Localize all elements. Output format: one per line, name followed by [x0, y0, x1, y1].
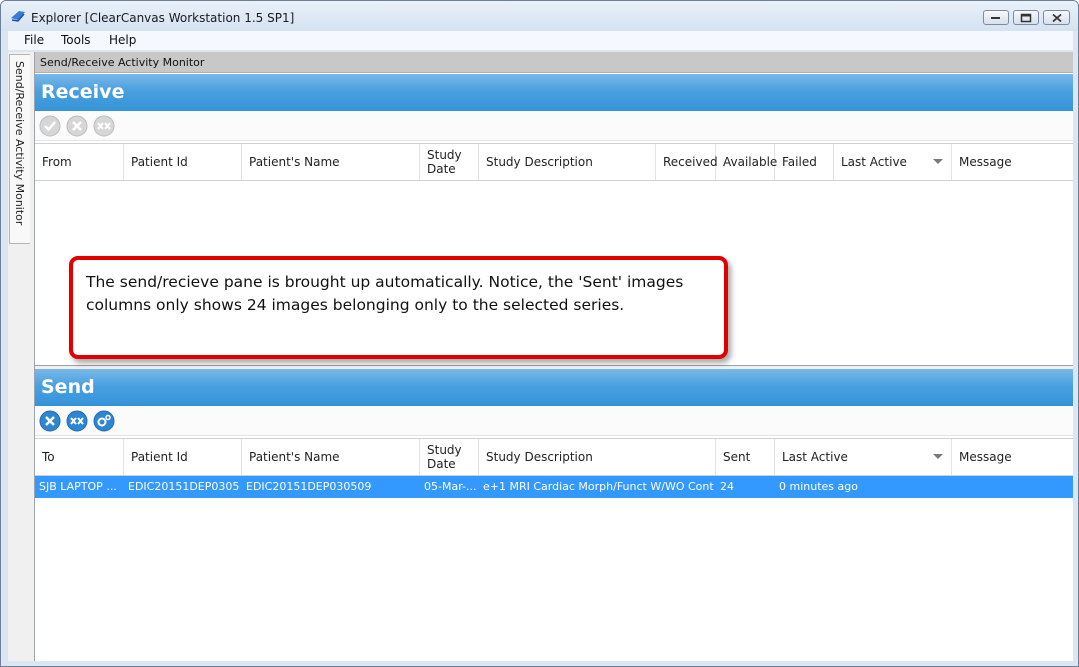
column-header-to[interactable]: To [35, 439, 124, 475]
window-title: Explorer [ClearCanvas Workstation 1.5 SP… [31, 11, 295, 25]
column-header-available[interactable]: Available [716, 144, 777, 180]
send-cancel-button[interactable] [39, 410, 61, 432]
title-bar[interactable]: Explorer [ClearCanvas Workstation 1.5 SP… [1, 1, 1078, 31]
column-header-last-active[interactable]: Last Active [834, 144, 952, 180]
cell-to: SJB LAPTOP ... [39, 480, 117, 493]
column-header-failed[interactable]: Failed [775, 144, 834, 180]
receive-section-title: Receive [35, 74, 1073, 111]
menu-bar: File Tools Help [8, 31, 1073, 51]
pane-header-label: Send/Receive Activity Monitor [40, 56, 205, 69]
cell-last-active: 0 minutes ago [779, 480, 858, 493]
column-header-study-date[interactable]: Study Date [420, 439, 479, 475]
column-header-study-description[interactable]: Study Description [479, 439, 716, 475]
menu-tools[interactable]: Tools [61, 33, 91, 47]
cell-patient-id: EDIC20151DEP0305... [128, 480, 240, 493]
cancel-all-icon [66, 410, 88, 432]
send-cancel-all-button[interactable] [66, 410, 88, 432]
cell-study-date: 05-Mar-... [424, 480, 477, 493]
sort-desc-icon [933, 454, 943, 459]
send-title: Send [41, 376, 95, 398]
column-header-last-active[interactable]: Last Active [775, 439, 952, 475]
cell-study-description: e+1 MRI Cardiac Morph/Funct W/WO Cont [483, 480, 714, 493]
send-grid-body[interactable]: SJB LAPTOP ... EDIC20151DEP0305... EDIC2… [35, 476, 1073, 661]
explorer-window: Explorer [ClearCanvas Workstation 1.5 SP… [0, 0, 1079, 667]
column-header-patient-name[interactable]: Patient's Name [242, 144, 420, 180]
column-header-received[interactable]: Received [656, 144, 718, 180]
cell-patient-name: EDIC20151DEP030509 [246, 480, 372, 493]
cancel-all-icon [93, 115, 115, 137]
check-icon [39, 115, 61, 137]
side-tab-label: Send/Receive Activity Monitor [13, 61, 26, 226]
restore-button[interactable] [1013, 10, 1039, 25]
receive-check-button[interactable] [39, 115, 61, 137]
send-toolbar [35, 406, 1073, 436]
column-header-message[interactable]: Message [952, 439, 1074, 475]
side-tab-activity-monitor[interactable]: Send/Receive Activity Monitor [9, 54, 30, 244]
column-header-study-date[interactable]: Study Date [420, 144, 479, 180]
column-header-patient-name[interactable]: Patient's Name [242, 439, 420, 475]
receive-cancel-button[interactable] [66, 115, 88, 137]
send-settings-button[interactable] [93, 410, 115, 432]
send-grid-header: To Patient Id Patient's Name Study Date … [35, 438, 1073, 476]
minimize-button[interactable] [983, 10, 1009, 25]
cancel-icon [39, 410, 61, 432]
minimize-icon [991, 16, 1000, 19]
column-header-message[interactable]: Message [952, 144, 1074, 180]
menu-help[interactable]: Help [109, 33, 136, 47]
pane-header: Send/Receive Activity Monitor [35, 52, 1073, 73]
menu-file[interactable]: File [24, 33, 44, 47]
cancel-icon [66, 115, 88, 137]
callout-text: The send/recieve pane is brought up auto… [86, 273, 684, 314]
column-header-sent[interactable]: Sent [716, 439, 775, 475]
column-header-patient-id[interactable]: Patient Id [124, 144, 242, 180]
send-section-title: Send [35, 369, 1073, 406]
receive-title: Receive [41, 81, 125, 103]
settings-icon [93, 410, 115, 432]
receive-toolbar [35, 111, 1073, 141]
table-row[interactable]: SJB LAPTOP ... EDIC20151DEP0305... EDIC2… [35, 476, 1073, 498]
receive-cancel-all-button[interactable] [93, 115, 115, 137]
receive-grid-header: From Patient Id Patient's Name Study Dat… [35, 143, 1073, 181]
restore-icon [1020, 13, 1032, 22]
sort-desc-icon [933, 159, 943, 164]
column-header-from[interactable]: From [35, 144, 124, 180]
column-header-study-description[interactable]: Study Description [479, 144, 656, 180]
close-icon [1051, 13, 1062, 22]
close-button[interactable] [1043, 10, 1070, 25]
annotation-callout: The send/recieve pane is brought up auto… [69, 256, 728, 359]
app-icon [10, 9, 26, 23]
column-header-patient-id[interactable]: Patient Id [124, 439, 242, 475]
cell-sent: 24 [720, 480, 734, 493]
